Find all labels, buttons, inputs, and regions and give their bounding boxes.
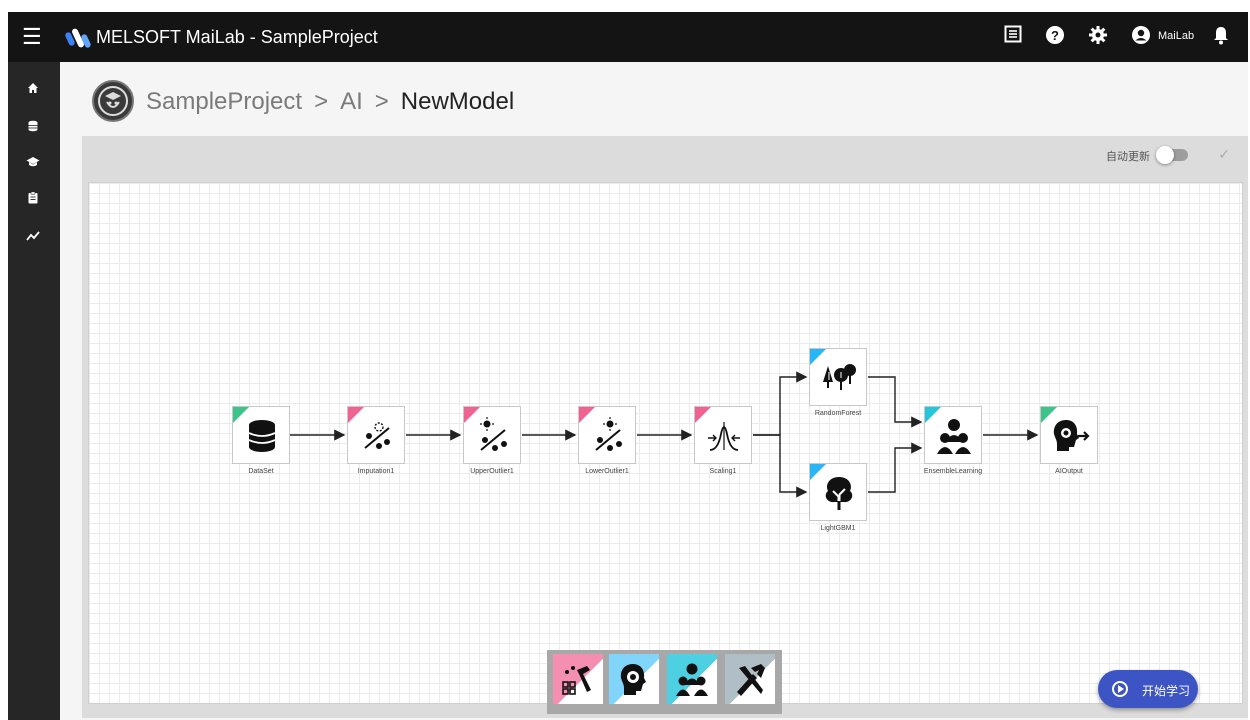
node-label: EnsembleLearning [923, 468, 983, 475]
list-icon[interactable] [1001, 25, 1025, 49]
sidebar-item-monitor[interactable] [22, 226, 44, 248]
node-random-forest[interactable] [809, 348, 867, 406]
scaling-icon [708, 422, 740, 451]
ensemble-icon [676, 663, 708, 696]
palette-preprocess-button[interactable] [553, 654, 603, 704]
editor-toolbar: 自动更新 ✓ [1030, 144, 1230, 166]
node-imputation[interactable] [347, 406, 405, 464]
top-bar: ☰ MELSOFT MaiLab - SampleProject ? MaiLa… [8, 12, 1248, 62]
node-label: UpperOutlier1 [470, 468, 514, 475]
check-icon[interactable]: ✓ [1218, 146, 1230, 163]
help-icon[interactable]: ? [1043, 25, 1067, 49]
toggle-knob [1156, 146, 1174, 164]
node-scaling[interactable] [694, 406, 752, 464]
breadcrumb-separator: > [314, 88, 329, 115]
breadcrumb-separator: > [374, 88, 389, 115]
trend-chart-icon [26, 231, 40, 241]
bell-icon[interactable] [1209, 25, 1233, 49]
node-label: AIOutput [1055, 468, 1083, 475]
breadcrumb-current: NewModel [400, 88, 515, 115]
hamburger-menu-icon[interactable]: ☰ [22, 26, 42, 48]
graduation-cap-icon [26, 157, 40, 167]
node-label: RandomForest [814, 410, 862, 417]
node-upper-outlier[interactable] [463, 406, 521, 464]
svg-text:?: ? [1051, 28, 1059, 43]
node-label: Imputation1 [357, 468, 395, 475]
home-icon [28, 83, 38, 93]
palette-ai-model-button[interactable] [609, 654, 659, 704]
imputation-icon [364, 422, 390, 449]
palette-ensemble-button[interactable] [667, 654, 717, 704]
melsoft-logo-icon [65, 28, 91, 48]
sidebar-item-learning[interactable] [22, 152, 44, 174]
ensemble-icon [937, 419, 971, 454]
preprocess-tools-icon [562, 666, 591, 695]
node-dataset[interactable] [232, 406, 290, 464]
app-title: MELSOFT MaiLab - SampleProject [96, 27, 378, 47]
auto-update-label: 自动更新 [1106, 151, 1150, 163]
utility-tools-icon [737, 664, 765, 696]
random-forest-icon [823, 364, 856, 390]
breadcrumb: SampleProject > AI > NewModel [146, 88, 514, 116]
node-label: Scaling1 [709, 468, 737, 475]
node-label: LowerOutlier1 [585, 468, 629, 475]
start-learning-button[interactable]: 开始学习 [1098, 670, 1198, 708]
auto-update-toggle[interactable] [1156, 146, 1188, 164]
sidebar [8, 62, 60, 720]
lower-outlier-icon [595, 417, 622, 451]
upper-outlier-icon [480, 417, 507, 451]
play-circle-icon [1112, 681, 1128, 697]
brain-avatar-icon [98, 86, 128, 116]
node-label: DataSet [248, 468, 274, 475]
breadcrumb-ai[interactable]: AI [340, 88, 363, 115]
project-avatar [92, 80, 134, 122]
node-lightgbm[interactable] [809, 463, 867, 521]
node-label: LightGBM1 [820, 525, 856, 532]
palette-utility-button[interactable] [725, 654, 775, 704]
node-palette [547, 650, 782, 714]
tree-icon [825, 477, 853, 510]
account-icon[interactable] [1129, 25, 1153, 49]
ai-output-icon [1053, 420, 1090, 451]
breadcrumb-project[interactable]: SampleProject [146, 88, 302, 115]
ai-model-icon [620, 664, 646, 695]
node-ai-output[interactable] [1040, 406, 1098, 464]
gear-icon[interactable] [1086, 25, 1110, 49]
page-header: SampleProject > AI > NewModel [60, 62, 1248, 134]
sidebar-item-reports[interactable] [22, 188, 44, 210]
user-name[interactable]: MaiLab [1158, 30, 1194, 42]
database-icon [248, 420, 276, 452]
node-lower-outlier[interactable] [578, 406, 636, 464]
clipboard-icon [28, 191, 38, 204]
database-icon [28, 120, 38, 132]
start-learning-label: 开始学习 [1142, 684, 1191, 698]
sidebar-item-data[interactable] [22, 116, 44, 138]
node-ensemble-learning[interactable] [924, 406, 982, 464]
sidebar-item-home[interactable] [22, 78, 44, 100]
